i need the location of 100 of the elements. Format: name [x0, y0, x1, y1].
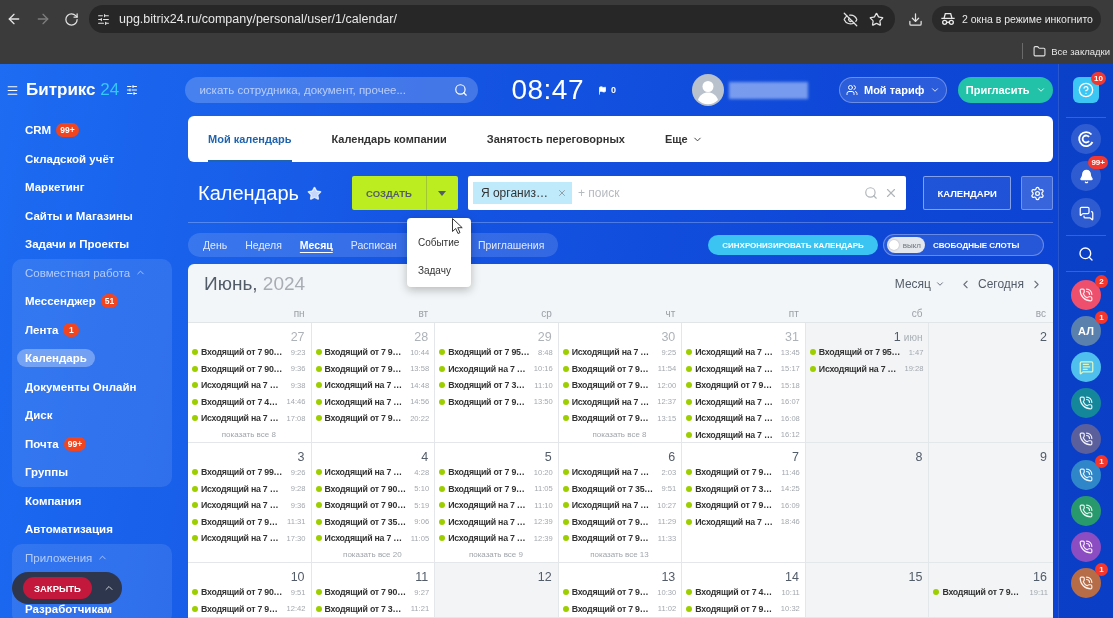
create-button[interactable]: СОЗДАТЬ — [351, 176, 426, 210]
sliders-icon[interactable] — [97, 12, 110, 26]
settings-button[interactable] — [1021, 176, 1053, 210]
contact-button[interactable] — [1071, 388, 1101, 418]
event-title[interactable]: Исходящий на 7 … — [324, 533, 402, 544]
event-title[interactable]: Входящий от 7 90… — [324, 587, 406, 598]
event-title[interactable]: Исходящий на 7 … — [324, 467, 402, 478]
view-tab[interactable]: Неделя — [245, 236, 282, 254]
filter-input[interactable]: + поиск — [577, 186, 859, 200]
event-title[interactable]: Входящий от 7 3… — [448, 380, 525, 391]
sidebar-item[interactable]: Документы Онлайн — [17, 377, 145, 396]
calendar-tab[interactable]: Мой календарь — [208, 116, 292, 162]
contact-button[interactable] — [1071, 424, 1101, 454]
sidebar-item[interactable]: Сайты и Магазины — [17, 206, 141, 225]
event-title[interactable]: Входящий от 7 9… — [942, 587, 1019, 598]
event-title[interactable]: Исходящий на 7 … — [324, 380, 402, 391]
back-icon[interactable] — [6, 11, 22, 27]
contact-button[interactable] — [1071, 532, 1101, 562]
event-title[interactable]: Входящий от 7 9… — [324, 363, 402, 374]
event-title[interactable]: Входящий от 7 35… — [571, 483, 653, 494]
calendar-tab[interactable]: Календарь компании — [331, 116, 447, 162]
calendars-button[interactable]: КАЛЕНДАРИ — [923, 176, 1012, 210]
event-title[interactable]: Входящий от 7 95… — [448, 347, 530, 358]
calendar-tab[interactable]: Еще — [664, 116, 703, 162]
event-title[interactable]: Исходящий на 7 … — [201, 533, 279, 544]
event-title[interactable]: Исходящий на 7 … — [818, 363, 897, 374]
day-cell[interactable]: 2 — [929, 323, 1053, 443]
event-title[interactable]: Исходящий на 7 … — [324, 396, 402, 407]
tariff-button[interactable]: Мой тариф — [838, 77, 948, 103]
filter-field[interactable]: Я организ… + поиск — [467, 176, 907, 210]
event-title[interactable]: Входящий от 7 99… — [201, 467, 283, 478]
event-title[interactable]: Входящий от 7 90… — [324, 500, 406, 511]
search-icon[interactable] — [1078, 246, 1094, 262]
event-title[interactable]: Исходящий на 7 … — [695, 347, 773, 358]
sidebar-item[interactable]: Диск — [17, 406, 61, 425]
event-title[interactable]: Входящий от 7 9… — [201, 603, 278, 614]
view-tab[interactable]: Расписан — [350, 236, 397, 254]
filter-tag[interactable]: Я организ… — [472, 182, 572, 204]
event-title[interactable]: Исходящий на 7 … — [695, 396, 773, 407]
sliders-icon[interactable] — [126, 84, 139, 96]
contact-button[interactable] — [1071, 496, 1101, 526]
free-slots-toggle[interactable]: выкл СВОБОДНЫЕ СЛОТЫ — [883, 234, 1044, 256]
event-title[interactable]: Входящий от 7 9… — [571, 363, 649, 374]
calendar-tab[interactable]: Занятость переговорных — [486, 116, 625, 162]
event-title[interactable]: Входящий от 7 90… — [324, 483, 406, 494]
star-icon[interactable] — [306, 185, 322, 201]
event-title[interactable]: Исходящий на 7 … — [695, 413, 773, 424]
menu-item[interactable]: Событие — [406, 228, 471, 256]
contact-button[interactable] — [1071, 460, 1101, 490]
event-title[interactable]: Исходящий на 7 … — [571, 500, 649, 511]
event-title[interactable]: Исходящий на 7 … — [448, 533, 526, 544]
event-title[interactable]: Входящий от 7 9… — [448, 396, 525, 407]
event-title[interactable]: Исходящий на 7 … — [448, 363, 526, 374]
event-title[interactable]: Исходящий на 7 … — [695, 516, 773, 527]
reload-icon[interactable] — [64, 11, 79, 27]
event-title[interactable]: Входящий от 7 3… — [695, 483, 772, 494]
forward-icon[interactable] — [35, 11, 51, 27]
event-title[interactable]: Исходящий на 7 … — [201, 483, 279, 494]
event-title[interactable]: Входящий от 7 9… — [695, 603, 772, 614]
event-title[interactable]: Исходящий на 7 … — [448, 516, 526, 527]
event-title[interactable]: Входящий от 7 9… — [571, 533, 649, 544]
view-tab[interactable]: Месяц — [299, 236, 333, 254]
search-icon[interactable] — [454, 83, 469, 97]
sidebar-item[interactable]: Лента 1 — [17, 319, 88, 340]
contact-button[interactable] — [1071, 352, 1101, 382]
folder-icon[interactable] — [1033, 44, 1047, 58]
sidebar-item[interactable]: Компания — [17, 491, 90, 510]
event-title[interactable]: Входящий от 7 9… — [201, 516, 278, 527]
download-icon[interactable] — [908, 11, 923, 27]
sidebar-item[interactable]: Группы — [17, 463, 77, 482]
sidebar-item[interactable]: Складской учёт — [17, 149, 123, 168]
event-title[interactable]: Исходящий на 7 … — [201, 413, 279, 424]
logo[interactable]: Битрикс 24 — [26, 80, 120, 100]
sidebar-item[interactable]: Задачи и Проекты — [17, 235, 138, 254]
event-title[interactable]: Входящий от 7 9… — [695, 500, 772, 511]
address-bar[interactable]: upg.bitrix24.ru/company/personal/user/1/calendar/ — [89, 5, 895, 33]
event-title[interactable]: Входящий от 7 4… — [695, 587, 772, 598]
incognito-button[interactable]: 2 окна в режиме инкогнито — [932, 6, 1101, 32]
event-title[interactable]: Исходящий на 7 … — [695, 429, 773, 440]
event-title[interactable]: Входящий от 7 95… — [818, 347, 900, 358]
event-title[interactable]: Входящий от 7 3… — [324, 603, 402, 614]
menu-icon[interactable] — [6, 83, 19, 97]
event-title[interactable]: Исходящий на 7 … — [695, 363, 773, 374]
close-button[interactable]: ЗАКРЫТЬ — [23, 577, 92, 599]
event-title[interactable]: Входящий от 7 9… — [571, 380, 649, 391]
event-title[interactable]: Входящий от 7 9… — [324, 413, 402, 424]
event-title[interactable]: Входящий от 7 9… — [448, 467, 525, 478]
event-title[interactable]: Исходящий на 7 … — [571, 347, 649, 358]
toggle-switch[interactable]: выкл — [887, 237, 925, 253]
event-title[interactable]: Входящий от 7 35… — [324, 516, 406, 527]
sidebar-item[interactable]: Автоматизация — [17, 520, 121, 539]
event-title[interactable]: Входящий от 7 9… — [695, 380, 772, 391]
event-title[interactable]: Входящий от 7 9… — [448, 483, 525, 494]
event-title[interactable]: Исходящий на 7 … — [201, 380, 279, 391]
bookmarks-link[interactable]: Все закладки — [1051, 45, 1110, 57]
view-tab[interactable]: Приглашения — [477, 236, 545, 254]
day-cell[interactable]: 12 — [435, 563, 559, 618]
contact-button[interactable] — [1071, 568, 1101, 598]
sidebar-item[interactable]: CRM 99+ — [17, 120, 87, 141]
event-title[interactable]: Входящий от 7 9… — [571, 603, 649, 614]
